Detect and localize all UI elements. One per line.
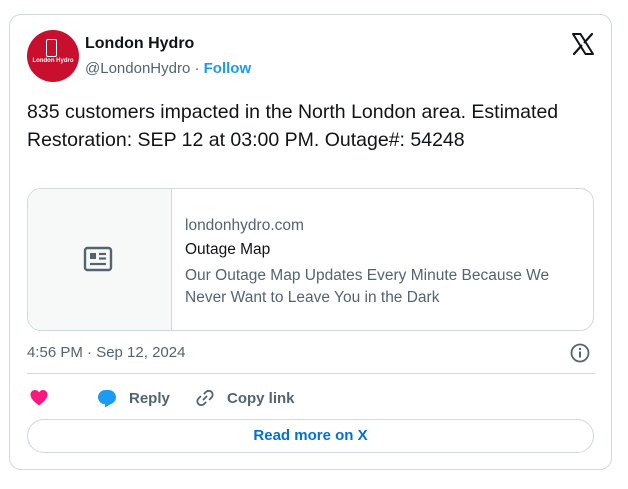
link-description: Our Outage Map Updates Every Minute Beca… — [185, 267, 550, 306]
copy-link-label: Copy link — [227, 389, 295, 407]
post-timestamp[interactable]: 4:56 PM · Sep 12, 2024 — [27, 344, 185, 361]
divider — [27, 373, 595, 374]
link-thumbnail — [28, 189, 172, 330]
reply-label: Reply — [129, 389, 170, 407]
avatar-logo-text: London Hydro — [32, 58, 74, 64]
link-icon — [196, 389, 214, 407]
like-button[interactable] — [29, 386, 61, 410]
author-name[interactable]: London Hydro — [85, 35, 194, 53]
info-icon[interactable] — [569, 342, 591, 364]
copy-link-button[interactable]: Copy link — [195, 386, 295, 410]
read-more-button[interactable]: Read more on X — [27, 419, 594, 453]
post-text: 835 customers impacted in the North Lond… — [27, 101, 559, 151]
link-title: Outage Map — [185, 241, 271, 258]
x-logo-icon[interactable] — [571, 32, 595, 56]
author-handle-row: @LondonHydro · Follow — [85, 60, 251, 77]
embedded-post-card: London Hydro London Hydro @LondonHydro ·… — [9, 14, 612, 470]
link-preview-card[interactable]: londonhydro.com Outage Map Our Outage Ma… — [27, 188, 594, 331]
reply-icon — [98, 390, 116, 408]
avatar[interactable]: London Hydro — [27, 30, 79, 82]
author-handle[interactable]: @LondonHydro — [85, 60, 190, 77]
follow-button[interactable]: Follow — [204, 60, 252, 77]
link-domain: londonhydro.com — [185, 217, 304, 234]
avatar-bolt-logo — [46, 39, 57, 57]
article-icon — [83, 246, 113, 272]
reply-button[interactable]: Reply — [97, 386, 170, 410]
handle-separator: · — [190, 60, 204, 77]
heart-icon — [30, 390, 48, 406]
action-bar: Reply Copy link — [27, 386, 595, 410]
